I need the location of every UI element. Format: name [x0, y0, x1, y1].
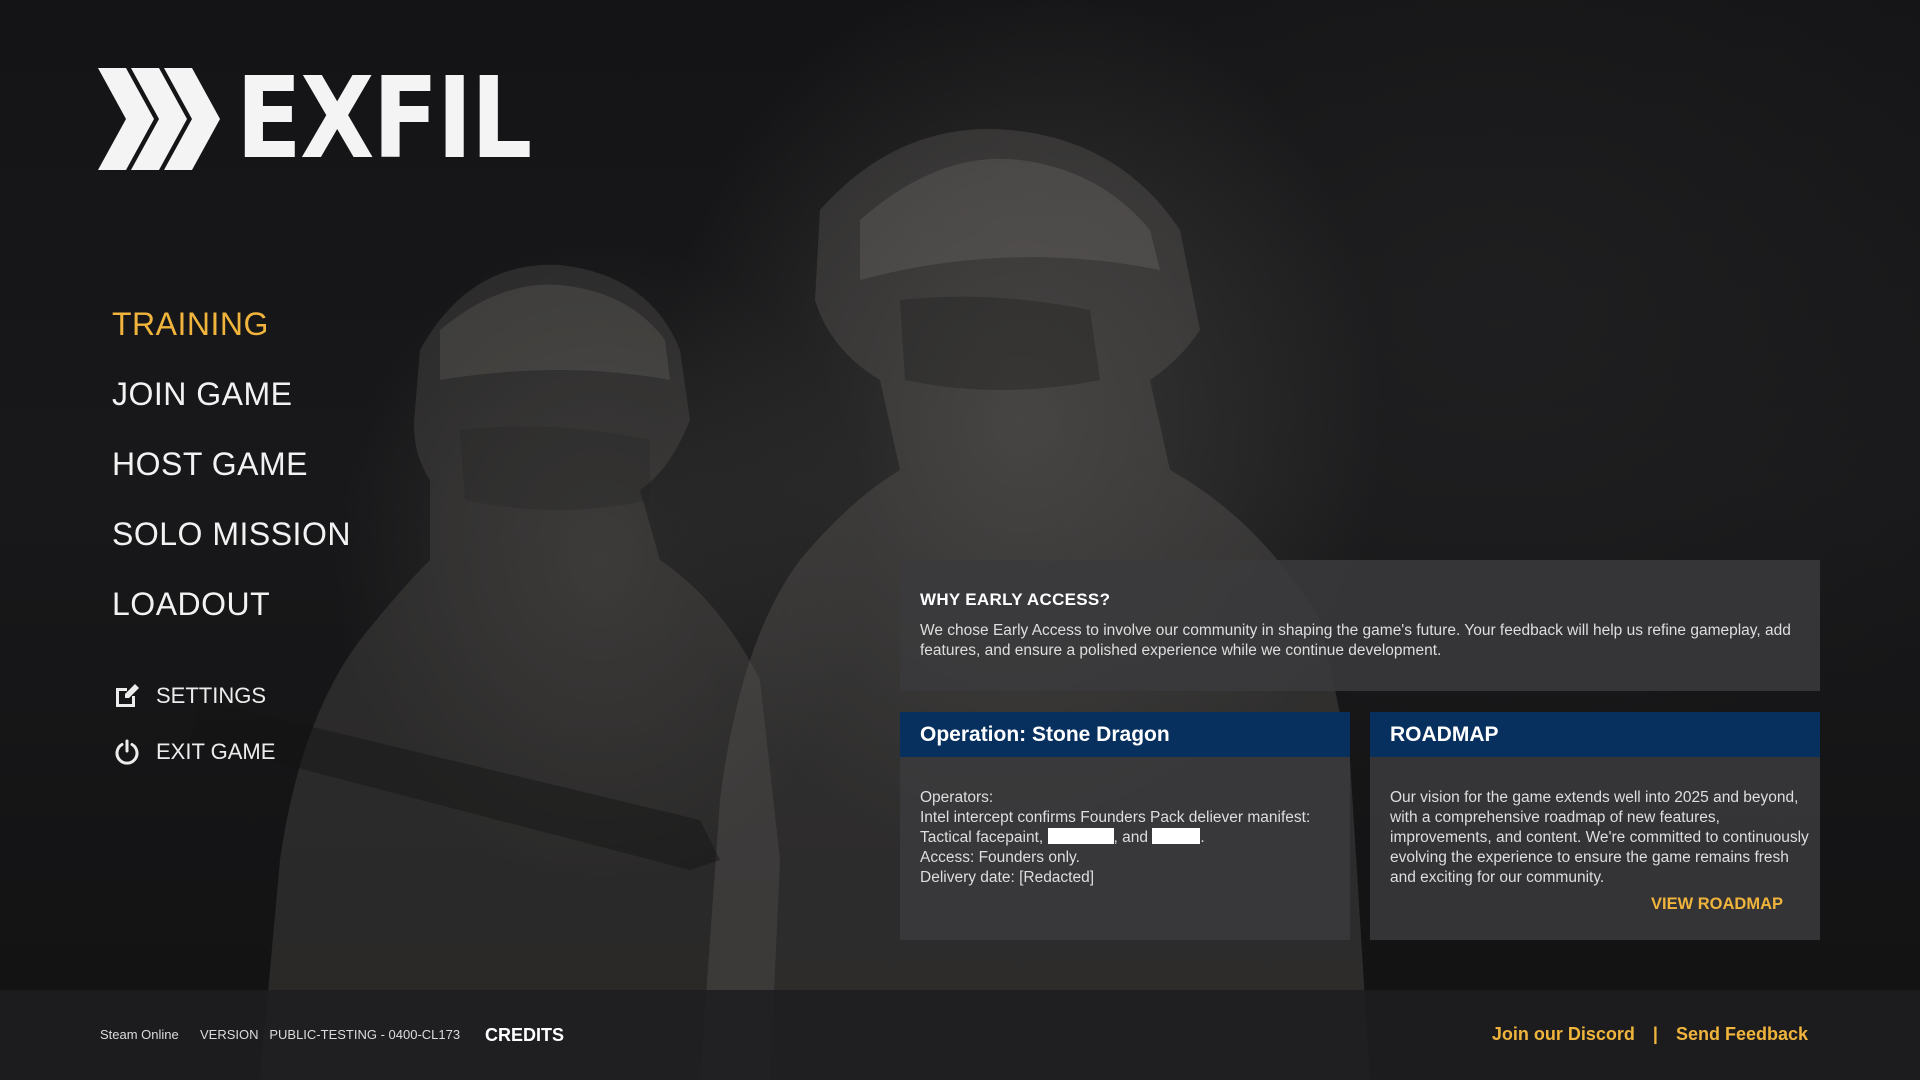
roadmap-header: ROADMAP — [1370, 712, 1820, 757]
power-icon — [112, 737, 142, 767]
early-access-panel: WHY EARLY ACCESS? We chose Early Access … — [900, 560, 1820, 691]
menu-item-host-game[interactable]: HOST GAME — [112, 440, 351, 510]
redacted-block — [1047, 828, 1114, 844]
footer-links: Join our Discord | Send Feedback — [1492, 1024, 1808, 1045]
game-logo: EXFIL — [98, 54, 578, 184]
menu-item-loadout[interactable]: LOADOUT — [112, 580, 351, 650]
redacted-block — [1152, 828, 1201, 844]
roadmap-panel: ROADMAP Our vision for the game extends … — [1370, 712, 1820, 940]
operation-text: , and — [1113, 829, 1149, 846]
operation-title: Operation: Stone Dragon — [920, 723, 1170, 746]
operation-line: Intel intercept confirms Founders Pack d… — [920, 809, 1311, 826]
settings-label: SETTINGS — [156, 683, 267, 708]
operation-text: . — [1200, 829, 1205, 846]
chevrons-logo-icon — [98, 68, 220, 170]
menu-item-training[interactable]: TRAINING — [112, 300, 351, 370]
operation-line: Operators: — [920, 789, 994, 806]
link-separator: | — [1652, 1024, 1658, 1044]
exit-game-button[interactable]: EXIT GAME — [112, 724, 275, 780]
operation-line: Access: Founders only. — [920, 849, 1080, 866]
early-access-title: WHY EARLY ACCESS? — [920, 590, 1111, 609]
footer-bar: Steam Online VERSION PUBLIC-TESTING - 04… — [0, 990, 1920, 1080]
main-menu: TRAINING JOIN GAME HOST GAME SOLO MISSIO… — [112, 300, 351, 650]
operation-line: Tactical facepaint, , and . — [920, 828, 1340, 848]
view-roadmap-link[interactable]: VIEW ROADMAP — [1651, 895, 1783, 914]
roadmap-body: Our vision for the game extends well int… — [1390, 789, 1809, 886]
exit-game-label: EXIT GAME — [156, 739, 276, 764]
credits-button[interactable]: CREDITS — [485, 1025, 564, 1046]
send-feedback-link[interactable]: Send Feedback — [1676, 1024, 1808, 1045]
settings-button[interactable]: SETTINGS — [112, 668, 275, 724]
roadmap-title: ROADMAP — [1390, 723, 1499, 746]
menu-item-solo-mission[interactable]: SOLO MISSION — [112, 510, 351, 580]
menu-item-join-game[interactable]: JOIN GAME — [112, 370, 351, 440]
operation-body: Operators: Intel intercept confirms Foun… — [920, 788, 1340, 888]
version-text: VERSION PUBLIC-TESTING - 0400-CL173 — [200, 1027, 461, 1042]
edit-icon — [112, 681, 142, 711]
operation-text: Tactical facepaint, — [920, 829, 1044, 846]
main-menu-screen: EXFIL TRAINING JOIN GAME HOST GAME SOLO … — [0, 0, 1920, 1080]
logo-text: EXFIL — [236, 54, 532, 184]
operation-line: Delivery date: [Redacted] — [920, 869, 1095, 886]
secondary-menu: SETTINGS EXIT GAME — [112, 668, 275, 780]
operation-panel: Operation: Stone Dragon Operators: Intel… — [900, 712, 1350, 940]
early-access-body: We chose Early Access to involve our com… — [920, 622, 1791, 659]
discord-link[interactable]: Join our Discord — [1492, 1024, 1635, 1045]
steam-status: Steam Online — [100, 1027, 179, 1042]
operation-header: Operation: Stone Dragon — [900, 712, 1350, 757]
